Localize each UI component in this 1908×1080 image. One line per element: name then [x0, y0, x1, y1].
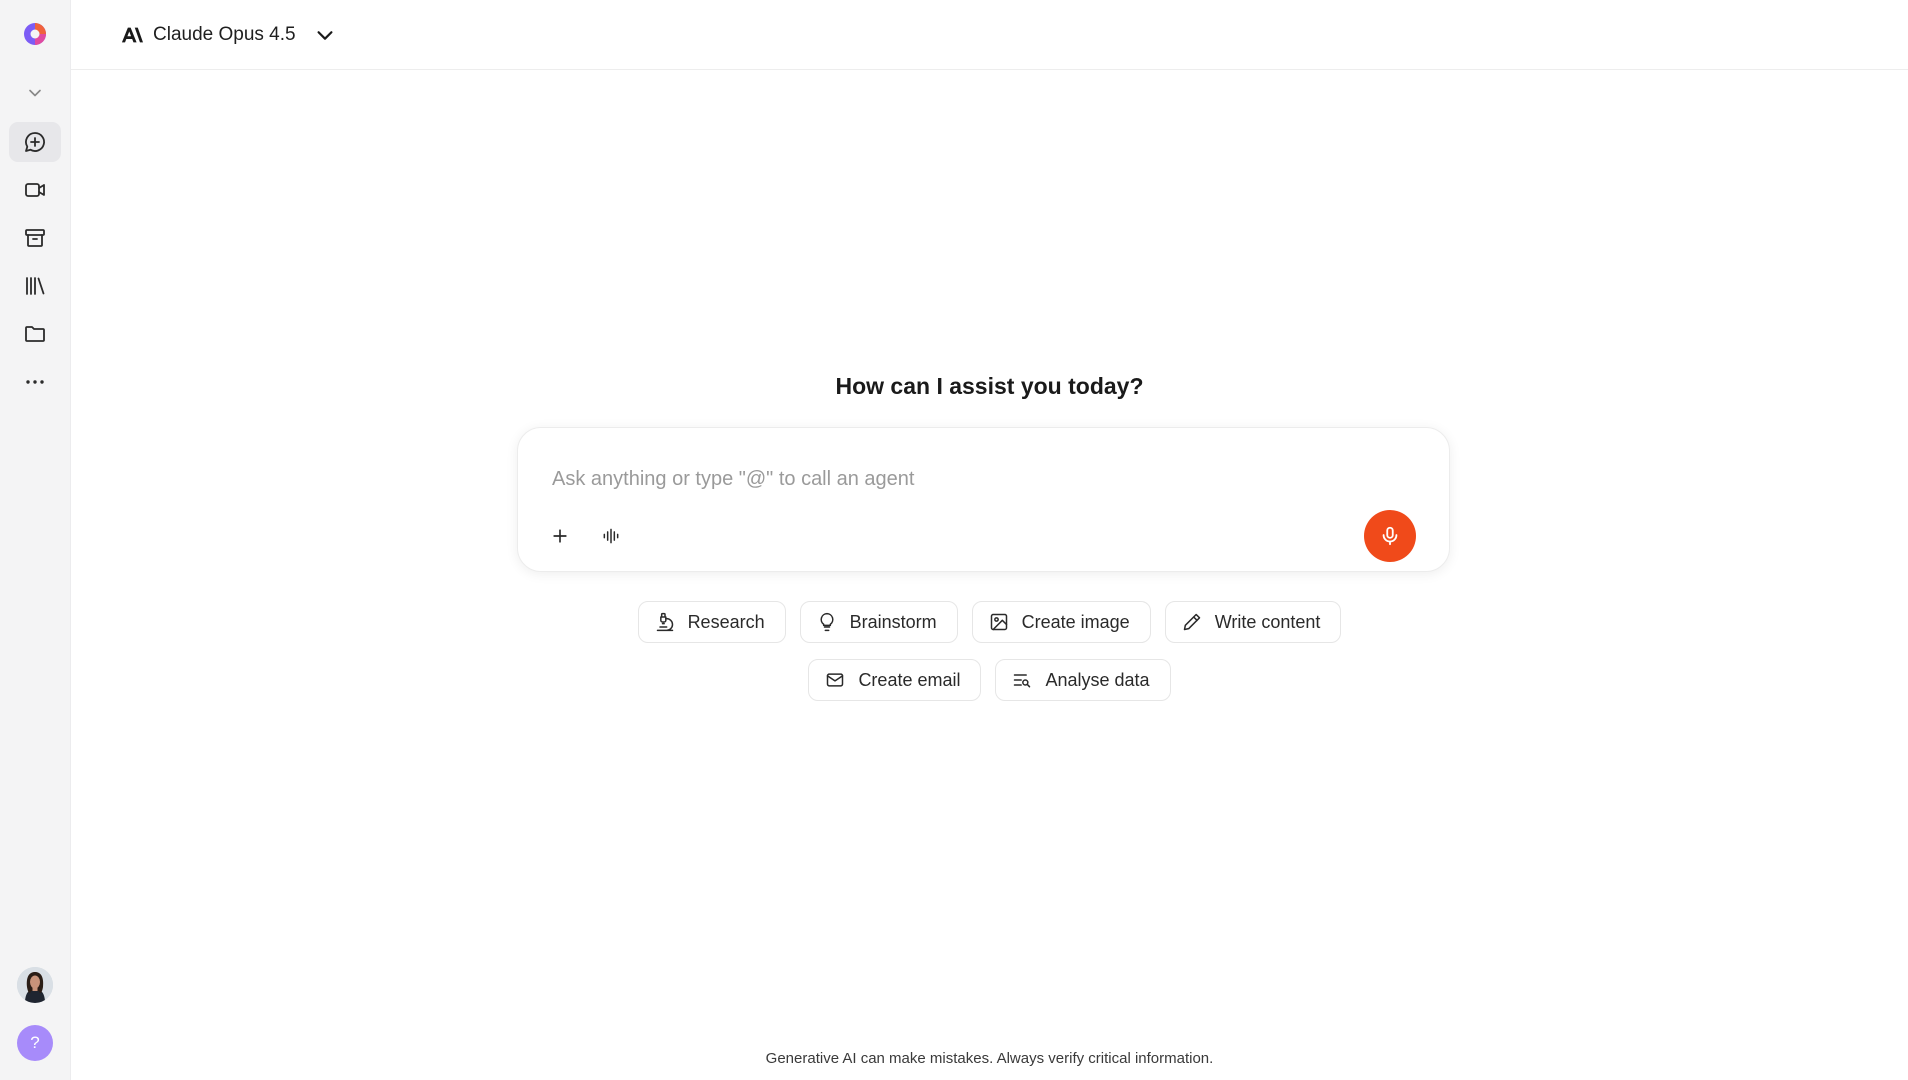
chip-label: Brainstorm	[849, 611, 937, 632]
more-horizontal-icon	[26, 380, 44, 384]
lightbulb-icon	[820, 612, 834, 632]
sidebar-collapse-button[interactable]	[9, 73, 61, 113]
microphone-icon	[1382, 526, 1398, 546]
pen-icon	[1183, 613, 1200, 631]
prompt-input[interactable]	[552, 468, 1372, 491]
chip-create-email[interactable]: Create email	[808, 659, 982, 701]
chip-research[interactable]: Research	[637, 601, 786, 643]
sidebar-item-video[interactable]	[9, 170, 61, 210]
user-avatar[interactable]	[17, 967, 53, 1003]
archive-box-icon	[25, 229, 45, 247]
anthropic-logo-icon	[121, 27, 143, 43]
chip-brainstorm[interactable]: Brainstorm	[799, 601, 958, 643]
data-search-icon	[1014, 674, 1031, 688]
chevron-down-icon	[29, 89, 41, 97]
help-button[interactable]: ?	[17, 1025, 53, 1061]
microscope-icon	[656, 612, 673, 632]
chat-plus-icon	[25, 132, 45, 152]
help-icon: ?	[30, 1033, 40, 1052]
greeting-heading: How can I assist you today?	[835, 373, 1144, 399]
voice-mode-button[interactable]	[597, 522, 625, 550]
attach-button[interactable]	[546, 522, 574, 550]
app-window: ? Claude Opus 4.5 How can I assist you t…	[0, 0, 1908, 1080]
chip-label: Create image	[1021, 611, 1130, 632]
sidebar-item-new-chat[interactable]	[9, 122, 61, 162]
disclaimer-text: Generative AI can make mistakes. Always …	[765, 1050, 1214, 1067]
suggestion-chips-row-1: Research Brainstorm Create image Write c…	[71, 601, 1908, 643]
sidebar-item-folder[interactable]	[9, 314, 61, 354]
sidebar-item-more[interactable]	[9, 362, 61, 402]
chip-label: Create email	[858, 669, 961, 690]
microphone-button[interactable]	[1364, 510, 1416, 562]
chip-label: Research	[687, 611, 765, 632]
top-bar: Claude Opus 4.5	[71, 0, 1908, 70]
main-content: How can I assist you today? Ask anything…	[71, 71, 1908, 1080]
sidebar-item-library[interactable]	[9, 266, 61, 306]
video-icon	[25, 183, 45, 197]
chip-write-content[interactable]: Write content	[1164, 601, 1342, 643]
chip-analyse-data[interactable]: Analyse data	[995, 659, 1171, 701]
model-name: Claude Opus 4.5	[153, 24, 296, 45]
chip-label: Analyse data	[1045, 669, 1150, 690]
audio-waveform-icon	[603, 528, 619, 544]
library-icon	[26, 277, 45, 295]
sidebar: ?	[0, 0, 71, 1080]
sidebar-item-archive[interactable]	[9, 218, 61, 258]
app-logo-icon[interactable]	[21, 20, 49, 48]
image-icon	[990, 613, 1007, 631]
chip-label: Write content	[1214, 611, 1321, 632]
chip-create-image[interactable]: Create image	[971, 601, 1151, 643]
suggestion-chips-row-2: Create email Analyse data	[71, 659, 1908, 701]
model-selector[interactable]: Claude Opus 4.5	[121, 18, 336, 52]
mail-icon	[827, 673, 844, 687]
chevron-down-icon	[317, 31, 333, 40]
folder-icon	[25, 326, 45, 342]
user-avatar-image	[17, 967, 53, 1003]
plus-icon	[553, 529, 567, 543]
chat-composer	[517, 427, 1450, 572]
